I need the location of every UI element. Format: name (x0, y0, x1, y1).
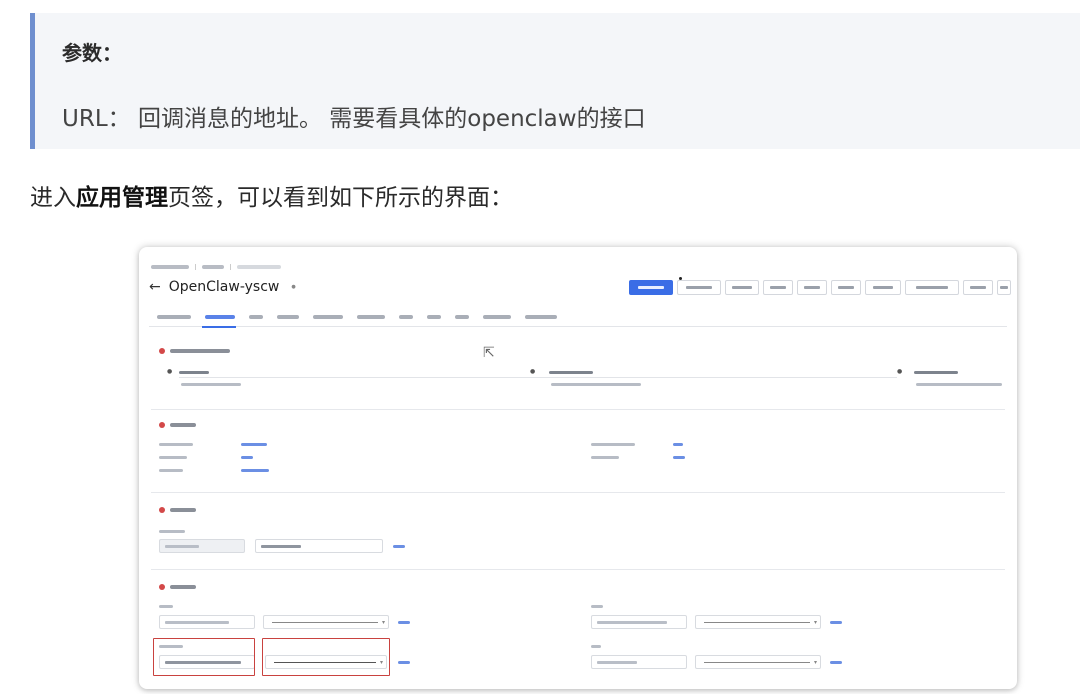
tab[interactable] (157, 314, 191, 319)
field-label (591, 645, 601, 648)
toolbar-button[interactable] (865, 280, 901, 295)
app-id-select[interactable]: ▾ (695, 615, 821, 629)
step-desc (916, 383, 1002, 386)
section-title-channel (159, 584, 196, 590)
para-suffix: 页签，可以看到如下所示的界面： (168, 185, 513, 211)
step-desc (551, 383, 641, 386)
step-marker: ● (530, 368, 536, 375)
section-title-model (159, 507, 196, 513)
app-badge-icon: ● (291, 284, 296, 290)
tab[interactable] (483, 314, 511, 319)
info-label (159, 443, 193, 446)
section-divider (151, 569, 1005, 570)
instruction-paragraph: 进入应用管理页签，可以看到如下所示的界面： (30, 178, 513, 212)
step-marker: ● (167, 368, 173, 375)
token-input[interactable] (591, 655, 687, 669)
document-page: 参数： URL： 回调消息的地址。 需要看具体的openclaw的接口 进入应用… (0, 0, 1080, 694)
embedded-screenshot: ← OpenClaw-yscw ● ⇱ ● ● ● ▾ ▾ ▾ ▾ (139, 247, 1017, 689)
tab-active[interactable] (205, 314, 235, 319)
section-icon (159, 348, 165, 354)
channel-select[interactable]: ▾ (263, 615, 389, 629)
callout-body: URL： 回调消息的地址。 需要看具体的openclaw的接口 (62, 106, 646, 132)
tab[interactable] (313, 314, 343, 319)
toolbar-button[interactable] (963, 280, 993, 295)
app-header: ← OpenClaw-yscw ● (149, 279, 296, 295)
info-value (241, 443, 267, 446)
toolbar-button[interactable] (797, 280, 827, 295)
info-label (591, 443, 635, 446)
apply-link[interactable] (393, 545, 405, 548)
info-label (159, 469, 183, 472)
field-label (159, 530, 185, 533)
step-label (914, 371, 958, 374)
model-input[interactable] (255, 539, 383, 553)
token-select[interactable]: ▾ (695, 655, 821, 669)
chevron-down-icon: ▾ (813, 659, 817, 666)
tab-bar (149, 307, 1007, 327)
step-label (179, 371, 209, 374)
active-tab-underline (202, 326, 236, 328)
tab[interactable] (357, 314, 385, 319)
info-value[interactable] (241, 456, 253, 459)
arrow-left-icon[interactable]: ← (149, 279, 161, 295)
chevron-down-icon: ▾ (381, 619, 385, 626)
tab[interactable] (525, 314, 557, 319)
toolbar-button[interactable] (763, 280, 793, 295)
parameter-callout: 参数： URL： 回调消息的地址。 需要看具体的openclaw的接口 (30, 13, 1080, 149)
mouse-cursor-icon: ⇱ (483, 345, 495, 361)
tab[interactable] (277, 314, 299, 319)
breadcrumb (151, 263, 281, 271)
apply-link[interactable] (398, 661, 410, 664)
para-bold: 应用管理 (76, 185, 168, 211)
section-divider (151, 409, 1005, 410)
section-icon (159, 507, 165, 513)
info-value[interactable] (673, 443, 683, 446)
highlight-box-secret-label (153, 638, 255, 676)
step-marker: ● (897, 368, 903, 375)
app-id-input[interactable] (591, 615, 687, 629)
section-icon (159, 422, 165, 428)
info-label (591, 456, 619, 459)
tab[interactable] (427, 314, 441, 319)
toolbar-button[interactable] (725, 280, 759, 295)
channel-id-input[interactable] (159, 615, 255, 629)
toolbar-button[interactable] (831, 280, 861, 295)
model-select[interactable] (159, 539, 245, 553)
info-value[interactable] (241, 469, 269, 472)
app-toolbar (629, 280, 1011, 295)
toolbar-primary-button[interactable] (629, 280, 673, 295)
info-label (159, 456, 187, 459)
toolbar-more-button[interactable] (997, 280, 1011, 295)
section-title-steps (159, 348, 230, 354)
section-title-basic (159, 422, 196, 428)
tab[interactable] (399, 314, 413, 319)
toolbar-button[interactable] (677, 280, 721, 295)
highlight-box-secret-select (262, 638, 390, 676)
apply-link[interactable] (830, 621, 842, 624)
apply-link[interactable] (398, 621, 410, 624)
steps-progress-line (179, 377, 897, 378)
step-label (549, 371, 593, 374)
toolbar-button[interactable] (905, 280, 959, 295)
callout-title: 参数： (62, 41, 122, 65)
apply-link[interactable] (830, 661, 842, 664)
step-desc (181, 383, 241, 386)
field-label (159, 605, 173, 608)
tab[interactable] (455, 314, 469, 319)
field-label (591, 605, 603, 608)
info-value[interactable] (673, 456, 685, 459)
section-icon (159, 584, 165, 590)
chevron-down-icon: ▾ (813, 619, 817, 626)
tab[interactable] (249, 314, 263, 319)
para-prefix: 进入 (30, 185, 76, 211)
app-name: OpenClaw-yscw (168, 279, 280, 295)
section-divider (151, 492, 1005, 493)
